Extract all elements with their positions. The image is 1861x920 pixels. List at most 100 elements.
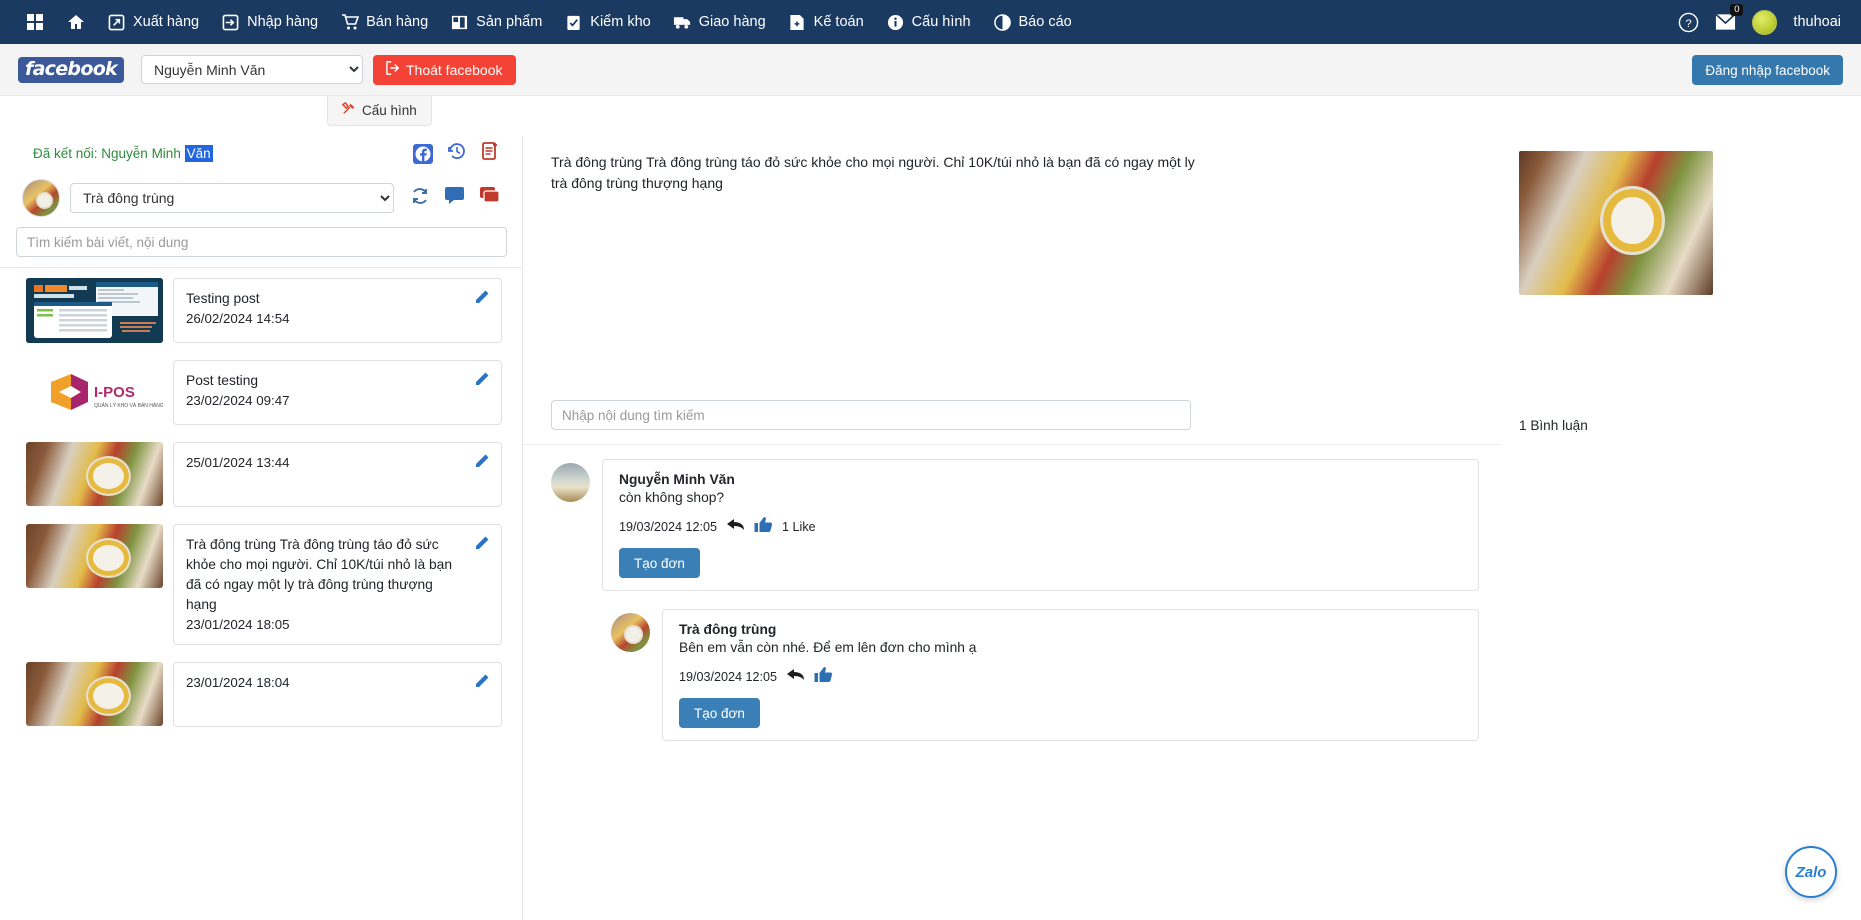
- refresh-icon[interactable]: [410, 186, 430, 211]
- post-card[interactable]: Post testing 23/02/2024 09:47: [173, 360, 502, 425]
- page-selector-row: Trà đông trùng: [0, 171, 522, 225]
- edit-icon[interactable]: [474, 673, 490, 694]
- comment-icon[interactable]: [444, 186, 465, 210]
- mail-badge: 0: [1730, 4, 1744, 16]
- reply-arrow-icon[interactable]: [786, 667, 805, 688]
- comment-likes: 1 Like: [782, 520, 816, 534]
- comment-author: Trà đông trùng: [679, 622, 777, 637]
- edit-icon[interactable]: [474, 289, 490, 310]
- accounting-icon: [788, 13, 807, 32]
- zalo-chat-button[interactable]: Zalo: [1785, 846, 1837, 898]
- nav-label: Sản phẩm: [476, 14, 543, 30]
- comment-list[interactable]: Nguyễn Minh Văn còn không shop? 19/03/20…: [523, 444, 1501, 920]
- facebook-toolbar: facebook Nguyễn Minh Văn Thoát facebook …: [0, 44, 1861, 96]
- list-item[interactable]: 25/01/2024 13:44: [26, 442, 502, 507]
- post-card[interactable]: Testing post 26/02/2024 14:54: [173, 278, 502, 343]
- nav-label: Nhập hàng: [247, 14, 319, 30]
- nav-item-xuat-hang[interactable]: Xuất hàng: [96, 0, 210, 44]
- nav-item-apps[interactable]: [14, 0, 55, 44]
- connection-prefix: Đã kết nối: Nguyễn Minh: [33, 146, 185, 161]
- post-card[interactable]: 25/01/2024 13:44: [173, 442, 502, 507]
- post-card[interactable]: 23/01/2024 18:04: [173, 662, 502, 727]
- login-facebook-label: Đăng nhập facebook: [1705, 62, 1830, 78]
- list-item[interactable]: Trà đông trùng Trà đông trùng táo đỏ sức…: [26, 524, 502, 645]
- create-order-button[interactable]: Tạo đơn: [619, 548, 700, 578]
- page-action-icons: [410, 186, 500, 211]
- svg-text:QUẢN LÝ KHO VÀ BÁN HÀNG TOÀN D: QUẢN LÝ KHO VÀ BÁN HÀNG TOÀN DIỆN: [94, 401, 163, 409]
- comment-search-input[interactable]: [551, 400, 1191, 430]
- main-wrapper: Đã kết nối: Nguyễn Minh Văn Trà đông trù…: [0, 136, 1861, 920]
- create-order-button[interactable]: Tạo đơn: [679, 698, 760, 728]
- facebook-logo: facebook: [18, 56, 124, 83]
- nav-item-bao-cao[interactable]: Báo cáo: [982, 0, 1083, 44]
- svg-text:?: ?: [1686, 17, 1692, 29]
- nav-item-nhap-hang[interactable]: Nhập hàng: [210, 0, 329, 44]
- connection-highlight: Văn: [184, 145, 213, 162]
- comment-avatar: [611, 613, 650, 652]
- exit-facebook-button[interactable]: Thoát facebook: [372, 54, 516, 85]
- truck-icon: [673, 13, 692, 32]
- top-navigation-bar: Xuất hàng Nhập hàng Bán hàng Sản phẩm Ki…: [0, 0, 1861, 44]
- list-item[interactable]: Testing post 26/02/2024 14:54: [26, 278, 502, 343]
- nav-item-ban-hang[interactable]: Bán hàng: [329, 0, 439, 44]
- nav-item-home[interactable]: [55, 0, 96, 44]
- post-card[interactable]: Trà đông trùng Trà đông trùng táo đỏ sức…: [173, 524, 502, 645]
- comment-count: 1 Bình luận: [1519, 418, 1588, 433]
- post-list[interactable]: Testing post 26/02/2024 14:54 I-POS QUẢN …: [0, 268, 522, 920]
- post-content-text: Trà đông trùng Trà đông trùng táo đỏ sức…: [551, 154, 1195, 191]
- page-select[interactable]: Trà đông trùng: [70, 183, 394, 213]
- comment-avatar: [551, 463, 590, 502]
- post-title: Post testing: [186, 373, 259, 388]
- import-icon: [221, 13, 240, 32]
- nav-label: Báo cáo: [1018, 14, 1072, 30]
- nav-label: Kiểm kho: [590, 14, 651, 30]
- connection-row: Đã kết nối: Nguyễn Minh Văn: [0, 136, 522, 171]
- cart-icon: [340, 13, 359, 32]
- messages-icon[interactable]: [479, 186, 500, 210]
- info-icon: [886, 13, 905, 32]
- export-icon: [107, 13, 126, 32]
- reply-arrow-icon[interactable]: [726, 517, 745, 538]
- logout-icon: [386, 61, 400, 78]
- facebook-account-select[interactable]: Nguyễn Minh Văn: [140, 55, 363, 84]
- config-button[interactable]: Cấu hình: [327, 96, 432, 126]
- edit-icon[interactable]: [474, 535, 490, 556]
- search-posts-input[interactable]: [16, 227, 507, 257]
- products-icon: [450, 13, 469, 32]
- comment-body: Trà đông trùng Bên em vẫn còn nhé. Để em…: [662, 609, 1479, 741]
- thumbs-up-icon[interactable]: [754, 516, 773, 538]
- nav-item-kiem-kho[interactable]: Kiểm kho: [553, 0, 661, 44]
- list-item[interactable]: I-POSQUẢN LÝ KHO VÀ BÁN HÀNG TOÀN DIỆN P…: [26, 360, 502, 425]
- nav-item-giao-hang[interactable]: Giao hàng: [662, 0, 777, 44]
- post-date: 23/01/2024 18:04: [186, 675, 290, 690]
- post-thumbnail: [26, 662, 163, 726]
- user-name[interactable]: thuhoai: [1793, 14, 1841, 30]
- nav-item-ke-toan[interactable]: Kế toán: [777, 0, 875, 44]
- connection-status: Đã kết nối: Nguyễn Minh Văn: [33, 145, 213, 162]
- post-title: Trà đông trùng Trà đông trùng táo đỏ sức…: [186, 537, 453, 612]
- history-icon[interactable]: [447, 141, 467, 166]
- comment-meta: 19/03/2024 12:05 1 Like: [619, 516, 1464, 538]
- svg-text:I-POS: I-POS: [94, 384, 135, 401]
- list-item[interactable]: 23/01/2024 18:04: [26, 662, 502, 727]
- comment-item-reply: Trà đông trùng Bên em vẫn còn nhé. Để em…: [611, 609, 1479, 741]
- new-document-icon[interactable]: [481, 141, 500, 166]
- envelope-icon[interactable]: 0: [1715, 4, 1744, 31]
- comment-search-wrap: [523, 396, 1501, 444]
- left-panel: Đã kết nối: Nguyễn Minh Văn Trà đông trù…: [0, 136, 523, 920]
- nav-item-san-pham[interactable]: Sản phẩm: [439, 0, 553, 44]
- login-facebook-button[interactable]: Đăng nhập facebook: [1692, 55, 1843, 85]
- thumbs-up-icon[interactable]: [814, 666, 833, 688]
- post-title: Testing post: [186, 291, 260, 306]
- nav-item-cau-hinh[interactable]: Cấu hình: [875, 0, 982, 44]
- nav-label: Giao hàng: [698, 14, 766, 30]
- exit-facebook-label: Thoát facebook: [405, 61, 503, 78]
- create-order-label: Tạo đơn: [694, 705, 745, 721]
- edit-icon[interactable]: [474, 453, 490, 474]
- edit-icon[interactable]: [474, 371, 490, 392]
- question-icon[interactable]: ?: [1678, 12, 1699, 33]
- post-content-area: Trà đông trùng Trà đông trùng táo đỏ sức…: [523, 136, 1501, 396]
- page-avatar: [22, 179, 60, 217]
- facebook-icon[interactable]: [413, 143, 433, 164]
- avatar[interactable]: [1752, 9, 1778, 35]
